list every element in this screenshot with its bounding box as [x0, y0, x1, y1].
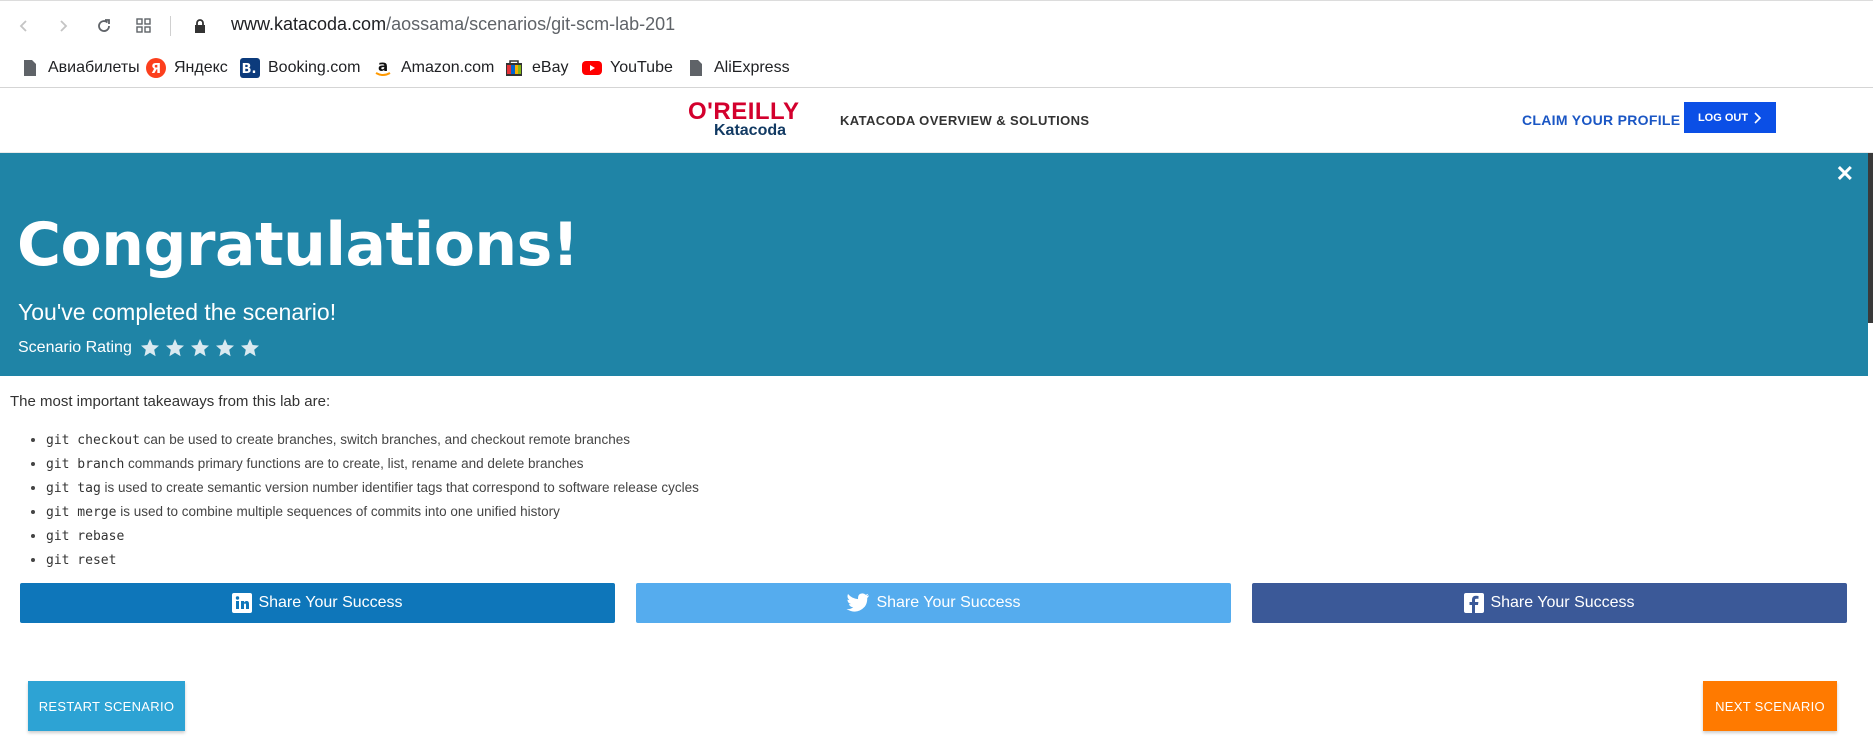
chevron-right-icon — [1754, 111, 1762, 124]
url-field[interactable]: www.katacoda.com/aossama/scenarios/git-s… — [231, 14, 675, 35]
star-icon[interactable] — [215, 338, 235, 358]
share-buttons: Share Your Success Share Your Success Sh… — [20, 583, 1871, 623]
command-code: git tag — [46, 481, 101, 496]
command-description: is used to create semantic version numbe… — [100, 480, 699, 495]
logout-button[interactable]: LOG OUT — [1684, 102, 1776, 133]
logout-label: LOG OUT — [1697, 111, 1749, 124]
congratulations-banner: ✕ Congratulations! You've completed the … — [0, 153, 1868, 376]
scenario-rating: Scenario Rating — [18, 338, 265, 358]
lock-icon[interactable] — [189, 15, 211, 37]
star-icon[interactable] — [140, 338, 160, 358]
bookmark-booking[interactable]: B. Booking.com — [240, 56, 361, 80]
list-item: git merge is used to combine multiple se… — [46, 500, 1860, 524]
list-item: git rebase — [46, 524, 1860, 548]
command-description: can be used to create branches, switch b… — [139, 432, 630, 447]
url-host: www.katacoda.com — [231, 14, 387, 34]
apps-grid-icon[interactable] — [133, 15, 155, 37]
takeaways-section: The most important takeaways from this l… — [10, 393, 1860, 572]
command-description: is used to combine multiple sequences of… — [116, 504, 560, 519]
reload-icon[interactable] — [93, 15, 115, 37]
bookmark-label: AliExpress — [714, 59, 790, 76]
nav-overview-link[interactable]: KATACODA OVERVIEW & SOLUTIONS — [840, 113, 1089, 128]
logo-katacoda-text: Katacoda — [714, 122, 787, 139]
bookmark-label: Amazon.com — [401, 59, 495, 76]
svg-text:Я: Я — [151, 62, 161, 77]
list-item: git tag is used to create semantic versi… — [46, 476, 1860, 500]
claim-profile-link[interactable]: CLAIM YOUR PROFILE — [1522, 112, 1680, 128]
congratulations-title: Congratulations! — [17, 210, 579, 280]
restart-scenario-button[interactable]: RESTART SCENARIO — [28, 681, 185, 731]
star-icon[interactable] — [240, 338, 260, 358]
share-label: Share Your Success — [876, 594, 1021, 611]
star-icon[interactable] — [190, 338, 210, 358]
bookmark-aviabilety[interactable]: Авиабилеты — [20, 56, 140, 80]
share-label: Share Your Success — [258, 594, 403, 611]
command-code: git merge — [46, 505, 117, 520]
address-divider — [170, 16, 171, 36]
command-description: commands primary functions are to create… — [124, 456, 584, 471]
scrollbar[interactable] — [1868, 153, 1873, 323]
bookmark-youtube[interactable]: YouTube — [582, 56, 673, 80]
share-label: Share Your Success — [1490, 594, 1635, 611]
linkedin-icon — [232, 593, 253, 613]
svg-text:a: a — [378, 58, 388, 75]
yandex-icon: Я — [146, 58, 166, 78]
browser-address-bar: www.katacoda.com/aossama/scenarios/git-s… — [0, 0, 1873, 51]
amazon-icon: a — [373, 58, 393, 78]
bookmark-label: YouTube — [610, 59, 673, 76]
booking-icon: B. — [240, 58, 260, 78]
next-scenario-button[interactable]: NEXT SCENARIO — [1703, 681, 1837, 731]
svg-text:B.: B. — [242, 62, 257, 77]
share-twitter-button[interactable]: Share Your Success — [636, 583, 1231, 623]
close-icon[interactable]: ✕ — [1836, 161, 1854, 187]
bookmark-aliexpress[interactable]: AliExpress — [686, 56, 790, 80]
share-linkedin-button[interactable]: Share Your Success — [20, 583, 615, 623]
bookmark-label: Яндекс — [174, 59, 228, 76]
bookmark-label: eBay — [532, 59, 569, 76]
rating-label: Scenario Rating — [18, 339, 132, 356]
list-item: git checkout can be used to create branc… — [46, 428, 1860, 452]
forward-icon[interactable] — [52, 15, 74, 37]
bookmark-yandex[interactable]: Я Яндекс — [146, 56, 228, 80]
command-code: git reset — [46, 553, 117, 568]
completed-subtitle: You've completed the scenario! — [18, 299, 337, 325]
ebay-icon — [504, 58, 524, 78]
command-code: git checkout — [46, 433, 140, 448]
share-facebook-button[interactable]: Share Your Success — [1252, 583, 1847, 623]
bookmark-ebay[interactable]: eBay — [504, 56, 568, 80]
page-icon — [686, 58, 706, 78]
star-icon[interactable] — [165, 338, 185, 358]
takeaways-list: git checkout can be used to create branc… — [10, 428, 1860, 572]
command-code: git rebase — [46, 529, 125, 544]
bookmarks-bar: Авиабилеты Я Яндекс B. Booking.com a Ama… — [0, 50, 1873, 88]
facebook-icon — [1464, 593, 1485, 613]
list-item: git branch commands primary functions ar… — [46, 452, 1860, 476]
command-code: git branch — [46, 457, 125, 472]
twitter-icon — [846, 593, 870, 612]
back-icon[interactable] — [13, 15, 35, 37]
bookmark-label: Booking.com — [268, 59, 361, 76]
bookmark-label: Авиабилеты — [48, 59, 140, 76]
list-item: git reset — [46, 548, 1860, 572]
takeaways-intro: The most important takeaways from this l… — [10, 393, 331, 410]
url-path: /aossama/scenarios/git-scm-lab-201 — [386, 14, 676, 34]
youtube-icon — [582, 58, 602, 78]
page-icon — [20, 58, 40, 78]
bookmark-amazon[interactable]: a Amazon.com — [373, 56, 494, 80]
site-header: O'REILLY Katacoda KATACODA OVERVIEW & SO… — [0, 88, 1873, 153]
